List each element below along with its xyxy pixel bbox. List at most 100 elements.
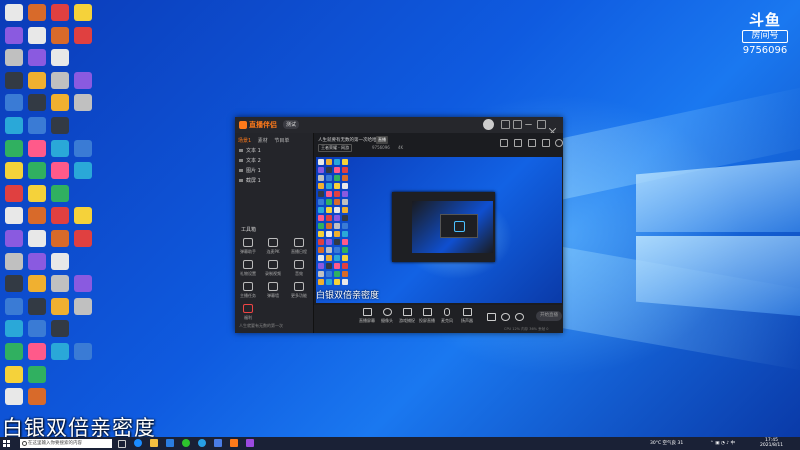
desktop-shortcut-icon[interactable]	[51, 184, 69, 202]
desktop-shortcut-icon[interactable]	[51, 162, 69, 180]
close-icon[interactable]	[548, 120, 557, 136]
start-live-button[interactable]: 开始直播	[536, 311, 562, 321]
streaming-app-taskbar-icon[interactable]	[230, 439, 238, 447]
task-view-icon[interactable]	[118, 440, 126, 448]
desktop-shortcut-icon[interactable]	[51, 4, 69, 21]
desktop-shortcut-icon[interactable]	[5, 275, 23, 293]
tool-wall[interactable]: 弹幕墙	[262, 282, 284, 299]
desktop-shortcut-icon[interactable]	[5, 184, 23, 202]
edge-icon[interactable]	[134, 439, 142, 447]
desktop-shortcut-icon[interactable]	[5, 297, 23, 315]
tab-scene[interactable]: 场景1	[238, 138, 251, 144]
desktop-shortcut-icon[interactable]	[5, 230, 23, 247]
desktop-shortcut-icon[interactable]	[51, 297, 69, 315]
desktop-shortcut-icon[interactable]	[5, 365, 23, 383]
speaker-button[interactable]: 扬声器	[458, 308, 476, 324]
desktop-shortcut-icon[interactable]	[51, 117, 69, 134]
app-badge[interactable]: 测试	[283, 120, 300, 129]
desktop-shortcut-icon[interactable]	[51, 71, 69, 89]
desktop-shortcut-icon[interactable]	[5, 71, 23, 89]
more-icon[interactable]	[555, 139, 563, 147]
stream-preview[interactable]: 白银双倍亲密度	[316, 157, 562, 303]
desktop-shortcut-icon[interactable]	[28, 275, 46, 293]
desktop-shortcut-icon[interactable]	[28, 388, 46, 406]
tool-gift[interactable]: 礼物设置	[237, 260, 259, 277]
microphone-button[interactable]: 麦克风	[438, 308, 456, 324]
desktop-shortcut-icon[interactable]	[28, 365, 46, 383]
tab-assets[interactable]: 素材	[258, 138, 268, 144]
desktop-shortcut-icon[interactable]	[51, 207, 69, 225]
desktop-shortcut-icon[interactable]	[28, 162, 46, 180]
desktop-shortcut-icon[interactable]	[5, 26, 23, 44]
app-icon[interactable]	[246, 439, 254, 447]
browser-icon[interactable]	[214, 439, 222, 447]
gift-icon[interactable]	[514, 139, 522, 147]
eye-icon[interactable]	[239, 149, 243, 152]
desktop-shortcut-icon[interactable]	[28, 26, 46, 44]
tool-pk[interactable]: 连麦PK	[262, 238, 284, 255]
share-icon[interactable]	[528, 139, 536, 147]
qq-icon[interactable]	[198, 439, 206, 447]
eye-icon[interactable]	[239, 169, 243, 172]
scene-item[interactable]: 截屏 1	[239, 177, 261, 184]
desktop-shortcut-icon[interactable]	[51, 252, 69, 270]
eye-icon[interactable]	[239, 159, 243, 162]
desktop-shortcut-icon[interactable]	[5, 49, 23, 67]
scene-item[interactable]: 文本 2	[239, 157, 261, 164]
message-icon[interactable]	[501, 120, 510, 129]
desktop-shortcut-icon[interactable]	[5, 139, 23, 157]
desktop-shortcut-icon[interactable]	[51, 320, 69, 338]
app-titlebar[interactable]: 直播伴侣 测试	[235, 117, 563, 136]
desktop-shortcut-icon[interactable]	[28, 139, 46, 157]
desktop-shortcut-icon[interactable]	[28, 117, 46, 134]
tool-danmu[interactable]: 弹幕助手	[237, 238, 259, 255]
desktop-shortcut-icon[interactable]	[74, 26, 92, 44]
category-chip[interactable]: 王者荣耀 - 网游	[318, 144, 352, 152]
minimize-icon[interactable]	[525, 120, 532, 125]
avatar[interactable]	[483, 119, 494, 130]
desktop-shortcut-icon[interactable]	[74, 139, 92, 157]
desktop-shortcut-icon[interactable]	[5, 4, 23, 21]
desktop-shortcut-icon[interactable]	[5, 117, 23, 134]
desktop-shortcut-icon[interactable]	[5, 94, 23, 112]
desktop-shortcut-icon[interactable]	[74, 207, 92, 225]
wechat-icon[interactable]	[182, 439, 190, 447]
desktop-shortcut-icon[interactable]	[28, 230, 46, 247]
desktop-shortcut-icon[interactable]	[5, 343, 23, 360]
desktop-shortcut-icon[interactable]	[28, 4, 46, 21]
grid-icon[interactable]	[500, 139, 508, 147]
scene-item[interactable]: 图片 1	[239, 167, 261, 174]
desktop-shortcut-icon[interactable]	[51, 26, 69, 44]
room-title[interactable]: 人生就要有无数的第一次哈哈哈	[318, 137, 381, 143]
tool-task[interactable]: 主播任务	[237, 282, 259, 299]
settings-icon[interactable]	[513, 120, 522, 129]
streaming-app-window[interactable]: 直播伴侣 测试 场景1 素材 节目单 文本 1 文本 2 图片 1 截屏 1 工…	[235, 117, 563, 333]
tool-schedule[interactable]: 直播日程	[288, 238, 310, 255]
desktop-shortcut-icon[interactable]	[51, 49, 69, 67]
desktop-shortcut-icon[interactable]	[28, 297, 46, 315]
camera-button[interactable]: 摄像头	[378, 308, 396, 324]
desktop-shortcut-icon[interactable]	[51, 94, 69, 112]
bell-icon[interactable]	[542, 139, 550, 147]
desktop-shortcut-icon[interactable]	[74, 162, 92, 180]
scene-item[interactable]: 文本 1	[239, 147, 261, 154]
windows-start-icon[interactable]	[3, 440, 10, 447]
desktop-shortcut-icon[interactable]	[5, 162, 23, 180]
desktop-shortcut-icon[interactable]	[28, 71, 46, 89]
weather-widget[interactable]: 30°C 空气良 31	[650, 440, 683, 446]
game-capture-button[interactable]: 游戏捕捉	[398, 308, 416, 324]
desktop-shortcut-icon[interactable]	[28, 343, 46, 360]
cast-button[interactable]: 投屏直播	[418, 308, 436, 324]
tray-icons[interactable]: ⌃ ▣ ◔ ♪ 中	[710, 440, 735, 446]
tool-welfare[interactable]: 福利	[237, 304, 259, 321]
desktop-shortcut-icon[interactable]	[28, 207, 46, 225]
store-icon[interactable]	[166, 439, 174, 447]
desktop-shortcut-icon[interactable]	[5, 388, 23, 406]
maximize-icon[interactable]	[537, 120, 546, 129]
tool-record[interactable]: 录制视频	[262, 260, 284, 277]
desktop-shortcut-icon[interactable]	[5, 207, 23, 225]
desktop-shortcut-icon[interactable]	[51, 275, 69, 293]
eye-icon[interactable]	[239, 179, 243, 182]
desktop-shortcut-icon[interactable]	[51, 230, 69, 247]
desktop-shortcut-icon[interactable]	[74, 297, 92, 315]
